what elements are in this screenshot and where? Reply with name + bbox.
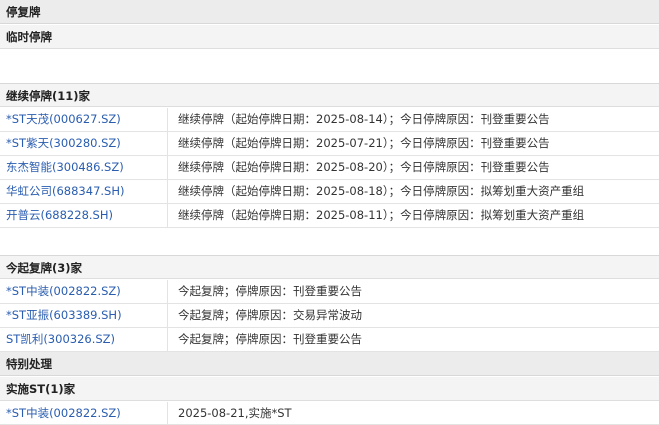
halt-description: 继续停牌（起始停牌日期：2025-08-11）；今日停牌原因：拟筹划重大资产重组 bbox=[178, 208, 585, 222]
stock-link[interactable]: *ST紫天(300280.SZ) bbox=[0, 132, 168, 155]
stock-link[interactable]: 华虹公司(688347.SH) bbox=[0, 180, 168, 203]
temp-halt-empty bbox=[0, 50, 659, 83]
stock-link[interactable]: 东杰智能(300486.SZ) bbox=[0, 156, 168, 179]
section-st-impl: 实施ST(1)家 bbox=[0, 377, 659, 401]
halt-description: 继续停牌（起始停牌日期：2025-08-14）；今日停牌原因：刊登重要公告 bbox=[178, 112, 550, 126]
table-row: *ST天茂(000627.SZ) 继续停牌（起始停牌日期：2025-08-14）… bbox=[0, 108, 659, 132]
table-row: 开普云(688228.SH) 继续停牌（起始停牌日期：2025-08-11）；今… bbox=[0, 204, 659, 228]
halt-description: 继续停牌（起始停牌日期：2025-08-20）；今日停牌原因：刊登重要公告 bbox=[178, 160, 550, 174]
resume-description: 今起复牌；停牌原因：刊登重要公告 bbox=[178, 332, 362, 346]
table-row: *ST紫天(300280.SZ) 继续停牌（起始停牌日期：2025-07-21）… bbox=[0, 132, 659, 156]
resume-description: 今起复牌；停牌原因：交易异常波动 bbox=[178, 308, 362, 322]
table-row: *ST亚振(603389.SH) 今起复牌；停牌原因：交易异常波动 bbox=[0, 304, 659, 328]
table-row: 东杰智能(300486.SZ) 继续停牌（起始停牌日期：2025-08-20）；… bbox=[0, 156, 659, 180]
section-resume: 今起复牌(3)家 bbox=[0, 255, 659, 279]
section-gap bbox=[0, 228, 659, 255]
st-description: 2025-08-21,实施*ST bbox=[178, 406, 292, 420]
stock-link[interactable]: *ST中装(002822.SZ) bbox=[0, 402, 168, 424]
halt-description: 继续停牌（起始停牌日期：2025-08-18）；今日停牌原因：拟筹划重大资产重组 bbox=[178, 184, 585, 198]
stock-link[interactable]: *ST中装(002822.SZ) bbox=[0, 280, 168, 303]
section-continued-halt: 继续停牌(11)家 bbox=[0, 83, 659, 107]
table-row: 华虹公司(688347.SH) 继续停牌（起始停牌日期：2025-08-18）；… bbox=[0, 180, 659, 204]
table-row: *ST中装(002822.SZ) 今起复牌；停牌原因：刊登重要公告 bbox=[0, 280, 659, 304]
stock-link[interactable]: *ST天茂(000627.SZ) bbox=[0, 108, 168, 131]
resume-description: 今起复牌；停牌原因：刊登重要公告 bbox=[178, 284, 362, 298]
stock-link[interactable]: *ST亚振(603389.SH) bbox=[0, 304, 168, 327]
section-special: 特别处理 bbox=[0, 352, 659, 376]
stock-link[interactable]: ST凯利(300326.SZ) bbox=[0, 328, 168, 351]
stock-link[interactable]: 开普云(688228.SH) bbox=[0, 204, 168, 227]
section-temp-halt: 临时停牌 bbox=[0, 25, 659, 49]
table-row: ST凯利(300326.SZ) 今起复牌；停牌原因：刊登重要公告 bbox=[0, 328, 659, 352]
table-row: *ST中装(002822.SZ) 2025-08-21,实施*ST bbox=[0, 402, 659, 425]
page-title: 停复牌 bbox=[0, 0, 659, 24]
halt-description: 继续停牌（起始停牌日期：2025-07-21）；今日停牌原因：刊登重要公告 bbox=[178, 136, 550, 150]
